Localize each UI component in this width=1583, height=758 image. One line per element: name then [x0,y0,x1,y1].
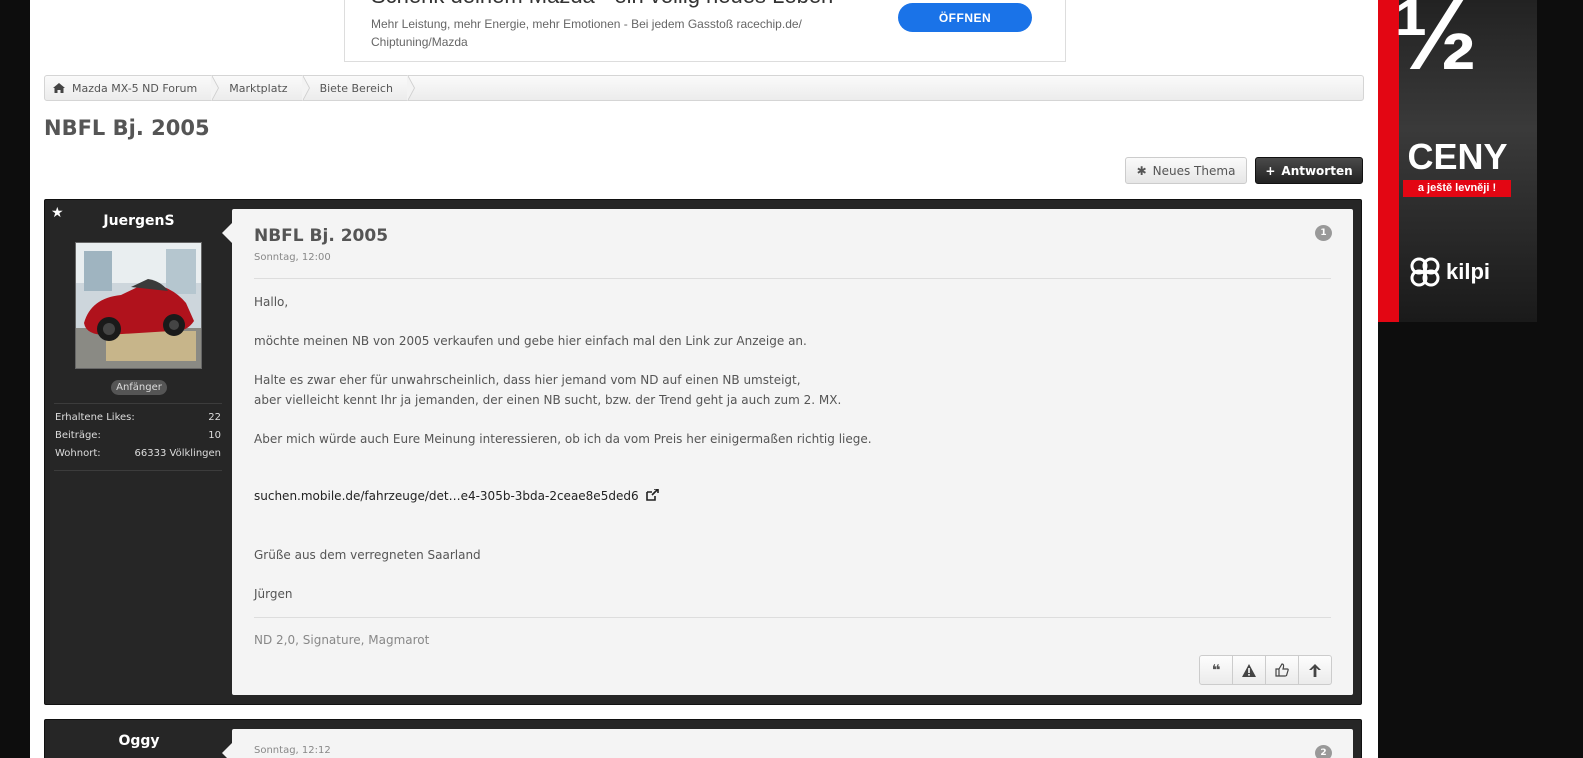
ad-text: Mehr Leistung, mehr Energie, mehr Emotio… [371,17,802,49]
ad-headline: ½ [1394,0,1477,91]
post: Oggy Sonntag, 12:12 2 [44,719,1362,758]
breadcrumb-home[interactable]: Mazda MX-5 ND Forum [45,75,220,101]
ad-brand-name: kilpi [1446,259,1491,284]
post-content: Sonntag, 12:12 2 [222,729,1353,758]
page: Schenk deinem Mazda - ein völlig neues L… [30,0,1378,758]
post-text: Halte es zwar eher für unwahrscheinlich,… [254,373,801,387]
stat-likes: Erhaltene Likes: 22 [54,409,222,427]
home-icon [53,83,65,93]
new-topic-label: Neues Thema [1152,163,1236,178]
post-number[interactable]: 1 [1315,225,1332,241]
stat-value: 66333 Völklingen [134,448,221,459]
asterisk-icon: ✱ [1136,163,1147,178]
stat-label: Beiträge: [55,430,101,441]
kilpi-logo-icon [1410,257,1440,287]
username[interactable]: Oggy [45,733,233,749]
like-button[interactable] [1265,656,1298,684]
report-button[interactable] [1232,656,1265,684]
stat-label: Erhaltene Likes: [55,412,135,423]
scroll-top-button[interactable] [1298,656,1331,684]
warning-icon [1242,663,1256,677]
stat-value: 10 [208,430,221,441]
post-date[interactable]: Sonntag, 12:12 [254,745,331,756]
stat-location: Wohnort: 66333 Völklingen [54,445,222,463]
post-body: Hallo, möchte meinen NB von 2005 verkauf… [254,293,1314,604]
ad-link[interactable]: suchen.mobile.de/fahrzeuge/det…e4-305b-3… [254,489,639,503]
stat-value: 22 [208,412,221,423]
stat-label: Wohnort: [55,448,101,459]
ad-subtitle: a ještě levněji ! [1403,180,1511,197]
post-date[interactable]: Sonntag, 12:00 [254,252,331,263]
post-content: NBFL Bj. 2005 Sonntag, 12:00 1 Hallo, mö… [222,209,1353,695]
user-stats: Erhaltene Likes: 22 Beiträge: 10 Wohnort… [54,403,222,471]
breadcrumb-label: Mazda MX-5 ND Forum [72,81,198,95]
post-text: möchte meinen NB von 2005 verkaufen und … [254,334,807,348]
signature: ND 2,0, Signature, Magmarot [254,633,430,647]
thumbs-up-icon [1275,663,1289,677]
breadcrumb-label: Biete Bereich [319,81,393,95]
post-title[interactable]: NBFL Bj. 2005 [254,226,388,246]
ad-open-button[interactable]: ÖFFNEN [898,3,1032,32]
avatar[interactable] [75,242,202,369]
post-sidebar: ★ JuergenS Anfänger Erhaltene Likes: 22 … [45,200,233,704]
post-text: aber vielleicht kennt Ihr ja jemanden, d… [254,392,842,407]
rank-badge: Anfänger [111,380,167,395]
ad-title: CENY [1407,136,1508,177]
breadcrumb-label: Marktplatz [229,81,288,95]
stat-posts: Beiträge: 10 [54,427,222,445]
breadcrumb-marktplatz[interactable]: Marktplatz [213,75,310,101]
post-text: Hallo, [254,295,289,309]
post: ★ JuergenS Anfänger Erhaltene Likes: 22 … [44,199,1362,705]
breadcrumb-biete-bereich[interactable]: Biete Bereich [304,75,416,101]
post-text: Jürgen [254,586,293,601]
username[interactable]: JuergenS [45,213,233,229]
external-link-icon [646,489,660,501]
ad-title[interactable]: Schenk deinem Mazda - ein völlig neues L… [371,0,833,9]
ad-brand: kilpi [1408,255,1490,289]
plus-icon: + [1265,163,1276,178]
quote-button[interactable]: ❝ [1200,656,1232,684]
post-sidebar: Oggy [45,720,233,758]
post-actions: ❝ [1199,655,1332,685]
page-title: NBFL Bj. 2005 [44,116,210,140]
new-topic-button[interactable]: ✱ Neues Thema [1125,157,1247,184]
side-ad[interactable]: ½ CENY a ještě levněji ! kilpi [1378,0,1537,322]
divider [254,617,1331,618]
reply-label: Antworten [1281,163,1353,178]
arrow-up-icon [1309,663,1321,677]
quote-icon: ❝ [1211,661,1221,679]
breadcrumb: Mazda MX-5 ND Forum Marktplatz Biete Ber… [44,75,1364,101]
post-text: Grüße aus dem verregneten Saarland [254,547,481,562]
avatar-image [76,243,201,368]
post-number[interactable]: 2 [1315,745,1332,758]
reply-button[interactable]: + Antworten [1255,157,1363,184]
post-text: Aber mich würde auch Eure Meinung intere… [254,431,872,446]
divider [254,278,1331,279]
ad-banner[interactable]: Schenk deinem Mazda - ein völlig neues L… [344,0,1066,62]
